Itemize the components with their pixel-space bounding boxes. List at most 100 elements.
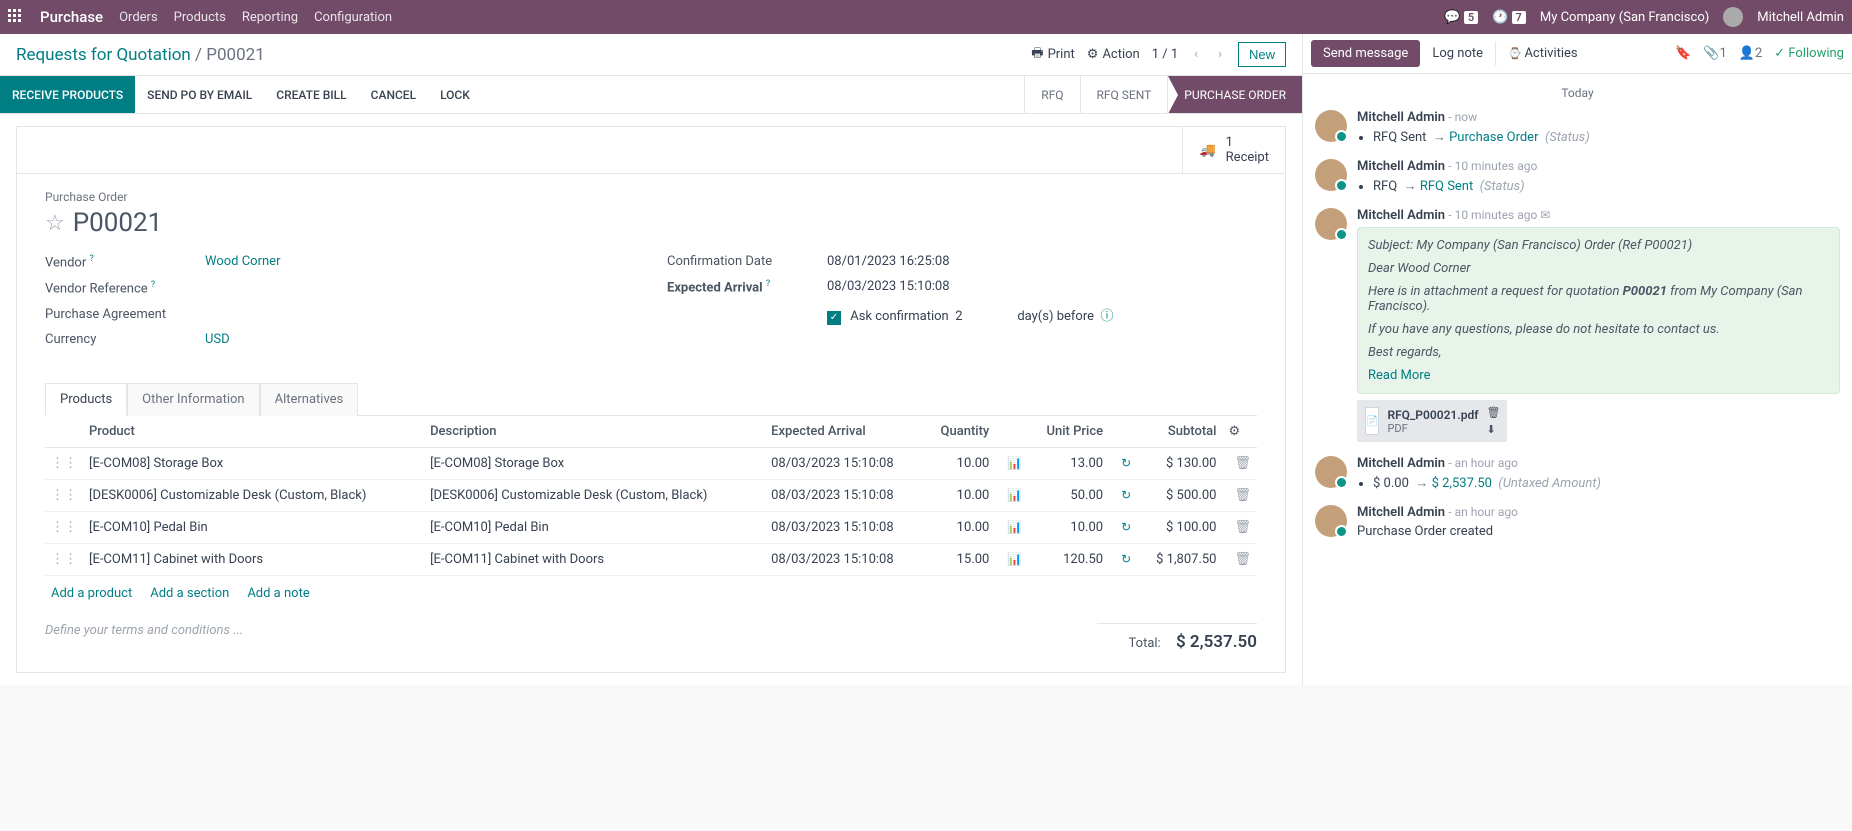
receive-products-button[interactable]: RECEIVE PRODUCTS (0, 76, 135, 113)
qty-cell[interactable]: 15.00 (924, 543, 996, 575)
brand[interactable]: Purchase (40, 8, 103, 26)
activities-button[interactable]: Activities (1495, 40, 1590, 67)
settings-icon[interactable]: ⚙ (1228, 424, 1240, 439)
menu-orders[interactable]: Orders (119, 10, 158, 25)
forecast-icon[interactable]: 📊 (1001, 456, 1022, 470)
receipt-label: Receipt (1226, 150, 1269, 165)
forecast-icon[interactable]: 📊 (1001, 520, 1022, 534)
product-cell[interactable]: [DESK0006] Customizable Desk (Custom, Bl… (83, 479, 424, 511)
terms-field[interactable]: Define your terms and conditions ... (45, 623, 1097, 638)
status-rfq[interactable]: RFQ (1024, 76, 1079, 113)
delete-row-icon[interactable]: 🗑 (1228, 456, 1251, 471)
read-more-link[interactable]: Read More (1368, 368, 1430, 383)
forecast-icon[interactable]: 📊 (1001, 488, 1022, 502)
refresh-icon[interactable]: ↻ (1115, 552, 1131, 566)
table-row: ⋮⋮ [E-COM08] Storage Box [E-COM08] Stora… (45, 447, 1257, 479)
followers-icon[interactable]: 👤2 (1739, 46, 1763, 61)
desc-cell[interactable]: [E-COM11] Cabinet with Doors (424, 543, 765, 575)
send-message-button[interactable]: Send message (1311, 40, 1420, 67)
attachment-icon[interactable]: 📎1 (1703, 46, 1727, 61)
menu-products[interactable]: Products (174, 10, 226, 25)
th-qty: Quantity (924, 416, 996, 448)
action-button[interactable]: ⚙ Action (1087, 47, 1140, 62)
unit-cell[interactable]: 10.00 (1028, 511, 1109, 543)
log-note-button[interactable]: Log note (1420, 40, 1495, 67)
author-avatar[interactable] (1315, 110, 1347, 142)
unit-cell[interactable]: 50.00 (1028, 479, 1109, 511)
menu-configuration[interactable]: Configuration (314, 10, 392, 25)
desc-cell[interactable]: [E-COM10] Pedal Bin (424, 511, 765, 543)
desc-cell[interactable]: [DESK0006] Customizable Desk (Custom, Bl… (424, 479, 765, 511)
messages-icon[interactable]: 💬 5 (1444, 10, 1478, 25)
add-note-link[interactable]: Add a note (247, 586, 309, 601)
print-button[interactable]: 🖶 Print (1031, 44, 1074, 66)
unit-cell[interactable]: 13.00 (1028, 447, 1109, 479)
refresh-icon[interactable]: ↻ (1115, 520, 1131, 534)
refresh-icon[interactable]: ↻ (1115, 488, 1131, 502)
drag-handle-icon[interactable]: ⋮⋮ (51, 552, 77, 567)
qty-cell[interactable]: 10.00 (924, 479, 996, 511)
send-po-button[interactable]: SEND PO BY EMAIL (135, 76, 264, 113)
arrival-label: Expected Arrival ? (667, 279, 827, 295)
currency-field[interactable]: USD (205, 332, 230, 347)
menu-reporting[interactable]: Reporting (242, 10, 298, 25)
status-purchase-order[interactable]: PURCHASE ORDER (1167, 76, 1302, 113)
arrival-cell[interactable]: 08/03/2023 15:10:08 (765, 447, 924, 479)
new-button[interactable]: New (1238, 42, 1286, 67)
qty-cell[interactable]: 10.00 (924, 447, 996, 479)
arrival-cell[interactable]: 08/03/2023 15:10:08 (765, 511, 924, 543)
drag-handle-icon[interactable]: ⋮⋮ (51, 488, 77, 503)
add-product-link[interactable]: Add a product (51, 586, 132, 601)
checkbox-icon[interactable]: ✓ (827, 311, 841, 325)
delete-row-icon[interactable]: 🗑 (1228, 520, 1251, 535)
tab-alternatives[interactable]: Alternatives (260, 383, 359, 416)
drag-handle-icon[interactable]: ⋮⋮ (51, 520, 77, 535)
pager-next[interactable]: › (1214, 47, 1226, 62)
info-icon[interactable]: ⓘ (1100, 309, 1113, 324)
qty-cell[interactable]: 10.00 (924, 511, 996, 543)
tab-other-info[interactable]: Other Information (127, 383, 259, 416)
following-button[interactable]: ✓ Following (1774, 46, 1844, 61)
arrival-cell[interactable]: 08/03/2023 15:10:08 (765, 479, 924, 511)
author-avatar[interactable] (1315, 505, 1347, 537)
star-icon[interactable]: ☆ (45, 211, 65, 236)
status-rfq-sent[interactable]: RFQ SENT (1080, 76, 1168, 113)
delete-row-icon[interactable]: 🗑 (1228, 552, 1251, 567)
ask-confirmation-field[interactable]: ✓ Ask confirmation 2 day(s) before ⓘ (827, 305, 1113, 325)
arrival-cell[interactable]: 08/03/2023 15:10:08 (765, 543, 924, 575)
delete-attachment-icon[interactable]: 🗑 (1486, 406, 1500, 419)
product-cell[interactable]: [E-COM10] Pedal Bin (83, 511, 424, 543)
subtotal-cell: $ 130.00 (1137, 447, 1222, 479)
author-avatar[interactable] (1315, 159, 1347, 191)
log-message: Mitchell Admin - an hour ago Purchase Or… (1315, 505, 1840, 539)
tab-products[interactable]: Products (45, 383, 127, 416)
company-name[interactable]: My Company (San Francisco) (1540, 10, 1709, 25)
author-avatar[interactable] (1315, 208, 1347, 240)
desc-cell[interactable]: [E-COM08] Storage Box (424, 447, 765, 479)
arrival-field[interactable]: 08/03/2023 15:10:08 (827, 279, 950, 295)
user-avatar[interactable] (1723, 7, 1743, 27)
breadcrumb-root[interactable]: Requests for Quotation (16, 45, 191, 65)
download-attachment-icon[interactable]: ⬇ (1486, 423, 1500, 436)
activities-icon[interactable]: 🕐 7 (1492, 10, 1526, 25)
forecast-icon[interactable]: 📊 (1001, 552, 1022, 566)
cancel-button[interactable]: CANCEL (359, 76, 428, 113)
pager-prev[interactable]: ‹ (1190, 47, 1202, 62)
author-avatar[interactable] (1315, 456, 1347, 488)
refresh-icon[interactable]: ↻ (1115, 456, 1131, 470)
delete-row-icon[interactable]: 🗑 (1228, 488, 1251, 503)
user-name[interactable]: Mitchell Admin (1757, 10, 1844, 25)
add-section-link[interactable]: Add a section (150, 586, 229, 601)
confirm-date-field[interactable]: 08/01/2023 16:25:08 (827, 254, 950, 269)
lock-button[interactable]: LOCK (428, 76, 482, 113)
product-cell[interactable]: [E-COM08] Storage Box (83, 447, 424, 479)
product-cell[interactable]: [E-COM11] Cabinet with Doors (83, 543, 424, 575)
create-bill-button[interactable]: CREATE BILL (264, 76, 358, 113)
vendor-field[interactable]: Wood Corner (205, 254, 280, 270)
unit-cell[interactable]: 120.50 (1028, 543, 1109, 575)
apps-icon[interactable] (8, 9, 24, 25)
attachment[interactable]: 📄 RFQ_P00021.pdf PDF 🗑 ⬇ (1357, 400, 1507, 442)
receipt-stat-button[interactable]: 🚚 1 Receipt (1182, 127, 1285, 173)
search-messages-icon[interactable]: 🔖 (1675, 46, 1691, 61)
drag-handle-icon[interactable]: ⋮⋮ (51, 456, 77, 471)
